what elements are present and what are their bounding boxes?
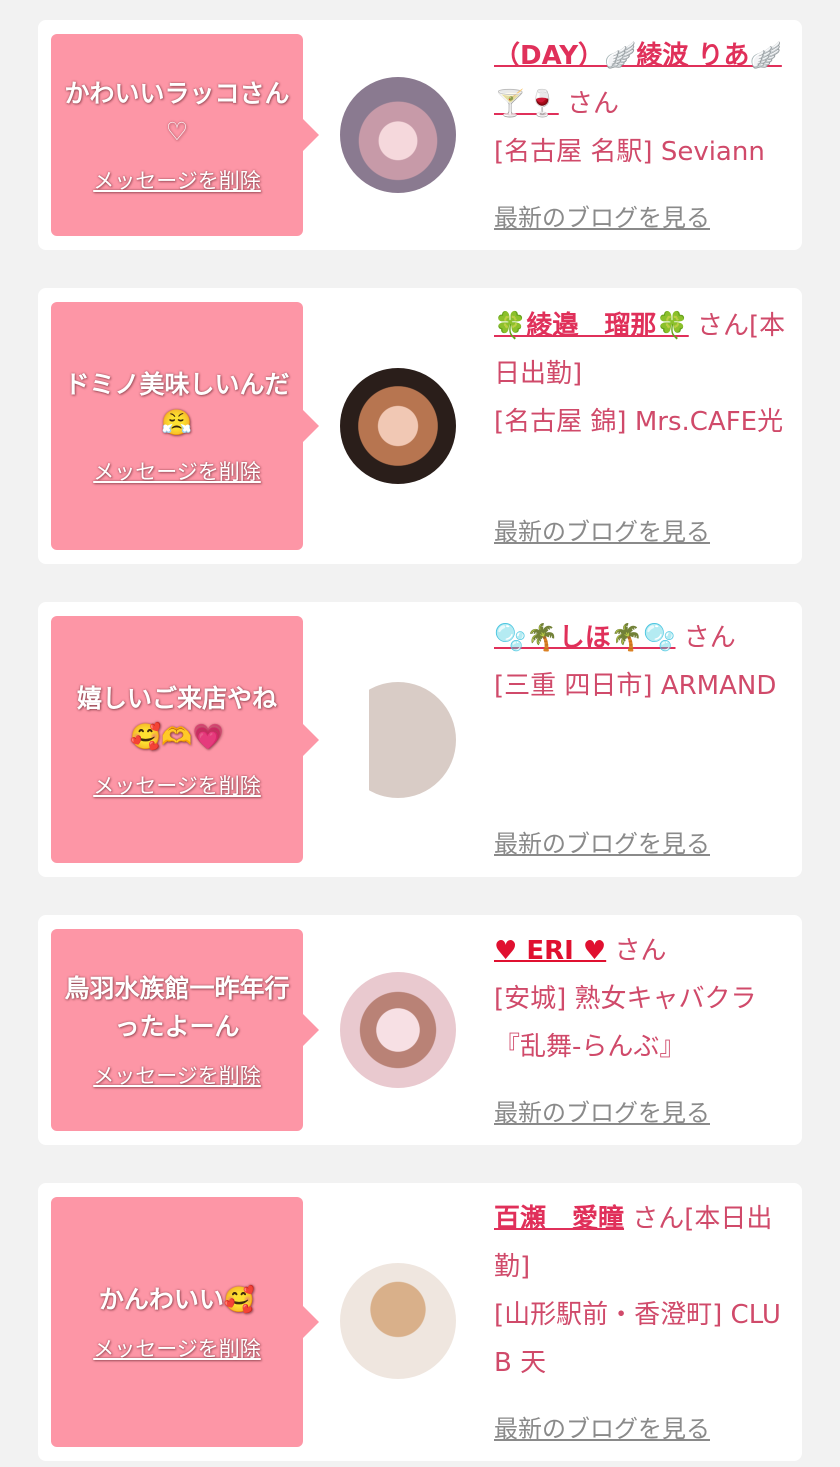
delete-message-link[interactable]: メッセージを削除 — [93, 770, 261, 800]
message-bubble: 嬉しいご来店やね🥰🫶💗 メッセージを削除 — [51, 616, 319, 863]
message-bubble: かわいいラッコさん♡ メッセージを削除 — [51, 34, 319, 236]
delete-message-link[interactable]: メッセージを削除 — [93, 1060, 261, 1090]
honorific: さん — [567, 89, 620, 119]
avatar[interactable] — [340, 77, 456, 193]
store-name: [三重 四日市] ARMAND — [494, 671, 777, 701]
message-text: 嬉しいご来店やね🥰🫶💗 — [76, 683, 277, 751]
message-text: かわいいラッコさん♡ — [64, 79, 290, 146]
profile-name-link[interactable]: （DAY）🪽綾波 りあ🪽🍸🍷 — [494, 41, 782, 119]
latest-blog-link[interactable]: 最新のブログを見る — [494, 512, 710, 547]
message-text: 鳥羽水族館一昨年行ったよーん — [64, 974, 290, 1041]
message-text: かんわいい🥰 — [98, 1285, 256, 1314]
latest-blog-link[interactable]: 最新のブログを見る — [494, 198, 710, 233]
profile-name-link[interactable]: 百瀬 愛瞳 — [494, 1204, 624, 1234]
profile-name-link[interactable]: 🫧🌴しほ🌴🫧 — [494, 623, 676, 653]
message-card: 嬉しいご来店やね🥰🫶💗 メッセージを削除 🫧🌴しほ🌴🫧 さん [三重 四日市] … — [38, 602, 802, 877]
delete-message-link[interactable]: メッセージを削除 — [93, 165, 261, 195]
avatar[interactable] — [340, 1263, 456, 1379]
message-card: 鳥羽水族館一昨年行ったよーん メッセージを削除 ♥ ERI ♥ さん [安城] … — [38, 915, 802, 1145]
message-bubble: ドミノ美味しいんだ😤 メッセージを削除 — [51, 302, 319, 550]
avatar[interactable] — [340, 368, 456, 484]
profile-info: 🍀綾邉 瑠那🍀 さん[本日出勤] [名古屋 錦] Mrs.CAFE光 — [494, 302, 788, 446]
latest-blog-link[interactable]: 最新のブログを見る — [494, 824, 710, 859]
profile-info: 百瀬 愛瞳 さん[本日出勤] [山形駅前・香澄町] CLUB 天 — [494, 1195, 788, 1387]
avatar[interactable] — [340, 972, 456, 1088]
message-card: かんわいい🥰 メッセージを削除 百瀬 愛瞳 さん[本日出勤] [山形駅前・香澄町… — [38, 1183, 802, 1461]
store-name: [名古屋 錦] Mrs.CAFE光 — [494, 407, 784, 437]
honorific: さん — [614, 936, 667, 966]
profile-info: 🫧🌴しほ🌴🫧 さん [三重 四日市] ARMAND — [494, 614, 788, 710]
store-name: [安城] 熟女キャバクラ『乱舞-らんぶ』 — [494, 984, 757, 1062]
delete-message-link[interactable]: メッセージを削除 — [93, 1333, 261, 1363]
profile-info: ♥ ERI ♥ さん [安城] 熟女キャバクラ『乱舞-らんぶ』 — [494, 927, 788, 1071]
message-bubble: かんわいい🥰 メッセージを削除 — [51, 1197, 319, 1447]
avatar[interactable] — [340, 682, 456, 798]
store-name: [山形駅前・香澄町] CLUB 天 — [494, 1300, 781, 1378]
delete-message-link[interactable]: メッセージを削除 — [93, 456, 261, 486]
store-name: [名古屋 名駅] Seviann — [494, 137, 765, 167]
message-card: かわいいラッコさん♡ メッセージを削除 （DAY）🪽綾波 りあ🪽🍸🍷 さん [名… — [38, 20, 802, 250]
message-card: ドミノ美味しいんだ😤 メッセージを削除 🍀綾邉 瑠那🍀 さん[本日出勤] [名古… — [38, 288, 802, 564]
latest-blog-link[interactable]: 最新のブログを見る — [494, 1093, 710, 1128]
message-bubble: 鳥羽水族館一昨年行ったよーん メッセージを削除 — [51, 929, 319, 1131]
message-text: ドミノ美味しいんだ😤 — [64, 370, 290, 437]
profile-name-link[interactable]: ♥ ERI ♥ — [494, 936, 606, 966]
latest-blog-link[interactable]: 最新のブログを見る — [494, 1409, 710, 1444]
profile-name-link[interactable]: 🍀綾邉 瑠那🍀 — [494, 311, 689, 341]
profile-info: （DAY）🪽綾波 りあ🪽🍸🍷 さん [名古屋 名駅] Seviann — [494, 32, 788, 176]
honorific: さん — [683, 623, 736, 653]
